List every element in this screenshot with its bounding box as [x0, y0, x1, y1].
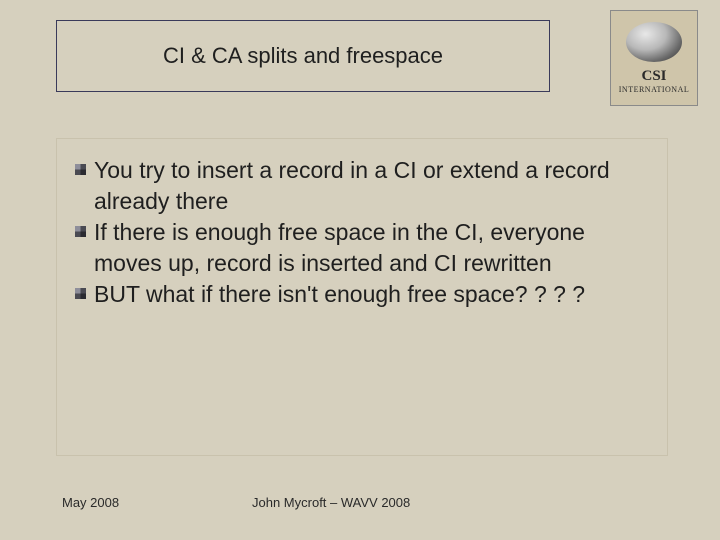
content-box: You try to insert a record in a CI or ex…	[56, 138, 668, 456]
title-box: CI & CA splits and freespace	[56, 20, 550, 92]
logo-graphic	[626, 22, 682, 62]
logo-text-sub: INTERNATIONAL	[619, 85, 690, 94]
list-item: If there is enough free space in the CI,…	[75, 217, 643, 279]
footer-date: May 2008	[62, 495, 119, 510]
logo: CSI INTERNATIONAL	[610, 10, 698, 106]
slide-title: CI & CA splits and freespace	[163, 43, 443, 69]
bullet-icon	[75, 288, 86, 299]
bullet-text: BUT what if there isn't enough free spac…	[94, 279, 585, 310]
bullet-text: If there is enough free space in the CI,…	[94, 217, 643, 279]
list-item: BUT what if there isn't enough free spac…	[75, 279, 643, 310]
footer-author: John Mycroft – WAVV 2008	[252, 495, 410, 510]
bullet-text: You try to insert a record in a CI or ex…	[94, 155, 643, 217]
bullet-icon	[75, 164, 86, 175]
bullet-icon	[75, 226, 86, 237]
list-item: You try to insert a record in a CI or ex…	[75, 155, 643, 217]
logo-text-main: CSI	[641, 68, 666, 85]
